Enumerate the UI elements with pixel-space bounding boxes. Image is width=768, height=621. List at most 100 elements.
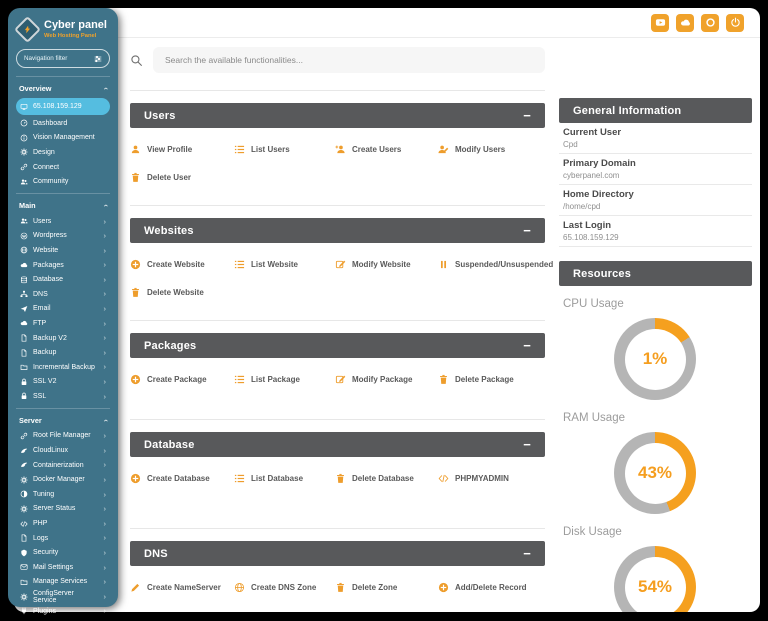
action-phpmyadmin[interactable]: PHPMYADMIN bbox=[438, 464, 545, 492]
action-label: Modify Website bbox=[352, 260, 411, 269]
logo[interactable]: Cyber panel Web Hosting Panel bbox=[8, 8, 118, 45]
gauge-value: 43% bbox=[625, 443, 686, 504]
action-list-package[interactable]: List Package bbox=[234, 365, 335, 393]
action-suspend-website[interactable]: Suspended/Unsuspended bbox=[438, 250, 553, 278]
action-list-database[interactable]: List Database bbox=[234, 464, 335, 492]
action-label: Create DNS Zone bbox=[251, 583, 316, 592]
action-delete-zone[interactable]: Delete Zone bbox=[335, 573, 438, 601]
sidebar-item-vision-management[interactable]: Vision Management bbox=[16, 131, 110, 146]
sidebar-item-tuning[interactable]: Tuning› bbox=[16, 487, 110, 502]
action-create-users[interactable]: Create Users bbox=[335, 135, 438, 163]
collapse-icon[interactable]: − bbox=[523, 224, 531, 237]
sidebar-section-header[interactable]: Server › bbox=[16, 414, 110, 429]
sidebar-item-manage-services[interactable]: Manage Services› bbox=[16, 575, 110, 590]
action-delete-website[interactable]: Delete Website bbox=[130, 278, 234, 306]
action-create-database[interactable]: Create Database bbox=[130, 464, 234, 492]
folder-icon bbox=[20, 363, 28, 371]
chevron-right-icon: › bbox=[104, 476, 107, 484]
sidebar-item-database[interactable]: Database› bbox=[16, 272, 110, 287]
camera-ring-button[interactable] bbox=[701, 14, 719, 32]
sidebar-item-ssl-v2[interactable]: SSL V2› bbox=[16, 375, 110, 390]
trash-icon bbox=[335, 473, 346, 484]
action-delete-package[interactable]: Delete Package bbox=[438, 365, 545, 393]
action-modify-website[interactable]: Modify Website bbox=[335, 250, 438, 278]
sidebar-item-plugins[interactable]: Plugins› bbox=[16, 604, 110, 619]
sidebar-item-mail-settings[interactable]: Mail Settings› bbox=[16, 560, 110, 575]
plus-circle-icon bbox=[130, 374, 141, 385]
app-tagline: Web Hosting Panel bbox=[44, 33, 107, 39]
action-view-profile[interactable]: View Profile bbox=[130, 135, 234, 163]
sidebar-item-logs[interactable]: Logs› bbox=[16, 531, 110, 546]
section-title: Websites bbox=[144, 225, 194, 237]
sidebar-item-packages[interactable]: Packages› bbox=[16, 258, 110, 273]
sidebar-section-main: Main › Users› Wordpress› Website› Packag… bbox=[16, 193, 110, 404]
search-input[interactable]: Search the available functionalities... bbox=[153, 47, 545, 73]
sidebar-item-label: Docker Manager bbox=[33, 476, 85, 483]
sidebar-item-containerization[interactable]: Containerization› bbox=[16, 458, 110, 473]
section-header-users: Users − bbox=[130, 103, 545, 128]
sidebar-item-design[interactable]: Design bbox=[16, 145, 110, 160]
sidebar-item-email[interactable]: Email› bbox=[16, 302, 110, 317]
sidebar-item-server-status[interactable]: Server Status› bbox=[16, 502, 110, 517]
action-list-users[interactable]: List Users bbox=[234, 135, 335, 163]
action-modify-package[interactable]: Modify Package bbox=[335, 365, 438, 393]
action-delete-database[interactable]: Delete Database bbox=[335, 464, 438, 492]
action-delete-user[interactable]: Delete User bbox=[130, 163, 234, 191]
youtube-button[interactable] bbox=[651, 14, 669, 32]
power-icon bbox=[730, 17, 741, 28]
sidebar-item-incremental-backup[interactable]: Incremental Backup› bbox=[16, 360, 110, 375]
sidebar-item-label: Tuning bbox=[33, 491, 54, 498]
action-create-package[interactable]: Create Package bbox=[130, 365, 234, 393]
chevron-right-icon: › bbox=[104, 261, 107, 269]
sidebar-item-wordpress[interactable]: Wordpress› bbox=[16, 229, 110, 244]
action-create-nameserver[interactable]: Create NameServer bbox=[130, 573, 234, 601]
collapse-icon[interactable]: − bbox=[523, 339, 531, 352]
collapse-icon[interactable]: − bbox=[523, 438, 531, 451]
sidebar-item-community[interactable]: Community bbox=[16, 174, 110, 189]
sidebar-item-users[interactable]: Users› bbox=[16, 214, 110, 229]
power-button[interactable] bbox=[726, 14, 744, 32]
collapse-icon[interactable]: − bbox=[523, 109, 531, 122]
action-label: Modify Users bbox=[455, 145, 505, 154]
sidebar-item-php[interactable]: PHP› bbox=[16, 516, 110, 531]
sidebar-item-dns[interactable]: DNS› bbox=[16, 287, 110, 302]
link-icon bbox=[20, 163, 28, 171]
sidebar-item-configserver-service[interactable]: ConfigServer Service› bbox=[16, 589, 110, 604]
collapse-icon[interactable]: − bbox=[523, 547, 531, 560]
sidebar-item-backup-v2[interactable]: Backup V2› bbox=[16, 331, 110, 346]
sidebar-item-security[interactable]: Security› bbox=[16, 545, 110, 560]
action-create-website[interactable]: Create Website bbox=[130, 250, 234, 278]
sidebar-item-connect[interactable]: Connect bbox=[16, 160, 110, 175]
sidebar-item-backup[interactable]: Backup› bbox=[16, 345, 110, 360]
navigation-filter-input[interactable]: Navigation filter bbox=[16, 49, 110, 68]
sidebar-item-root-file-manager[interactable]: Root File Manager› bbox=[16, 429, 110, 444]
divider bbox=[130, 419, 545, 420]
sidebar-section-header[interactable]: Overview › bbox=[16, 82, 110, 97]
sidebar-item-website[interactable]: Website› bbox=[16, 243, 110, 258]
user-edit-icon bbox=[438, 144, 449, 155]
cloud-button[interactable] bbox=[676, 14, 694, 32]
chevron-right-icon: › bbox=[104, 549, 107, 557]
user-plus-icon bbox=[335, 144, 346, 155]
sidebar-item-dashboard[interactable]: Dashboard bbox=[16, 116, 110, 131]
sidebar-item-ssl[interactable]: SSL› bbox=[16, 389, 110, 404]
action-list-website[interactable]: List Website bbox=[234, 250, 335, 278]
sidebar-item-docker-manager[interactable]: Docker Manager › bbox=[16, 472, 110, 487]
info-icon bbox=[20, 134, 28, 142]
ram-usage-gauge: 43% bbox=[614, 432, 696, 514]
section-title: DNS bbox=[144, 548, 168, 560]
action-create-dns-zone[interactable]: Create DNS Zone bbox=[234, 573, 335, 601]
sidebar-item-label: Website bbox=[33, 247, 58, 254]
action-label: List Database bbox=[251, 474, 303, 483]
sidebar-section-header[interactable]: Main › bbox=[16, 199, 110, 214]
list-icon bbox=[234, 374, 245, 385]
user-icon bbox=[130, 144, 141, 155]
action-modify-users[interactable]: Modify Users bbox=[438, 135, 545, 163]
section-header-database: Database − bbox=[130, 432, 545, 457]
action-add-delete-record[interactable]: Add/Delete Record bbox=[438, 573, 545, 601]
lock-icon bbox=[20, 378, 28, 386]
sidebar-item-ftp[interactable]: FTP› bbox=[16, 316, 110, 331]
sidebar-item-server-ip[interactable]: 65.108.159.129 bbox=[16, 98, 110, 115]
filter-placeholder: Navigation filter bbox=[24, 55, 67, 62]
sidebar-item-cloudlinux[interactable]: CloudLinux› bbox=[16, 443, 110, 458]
